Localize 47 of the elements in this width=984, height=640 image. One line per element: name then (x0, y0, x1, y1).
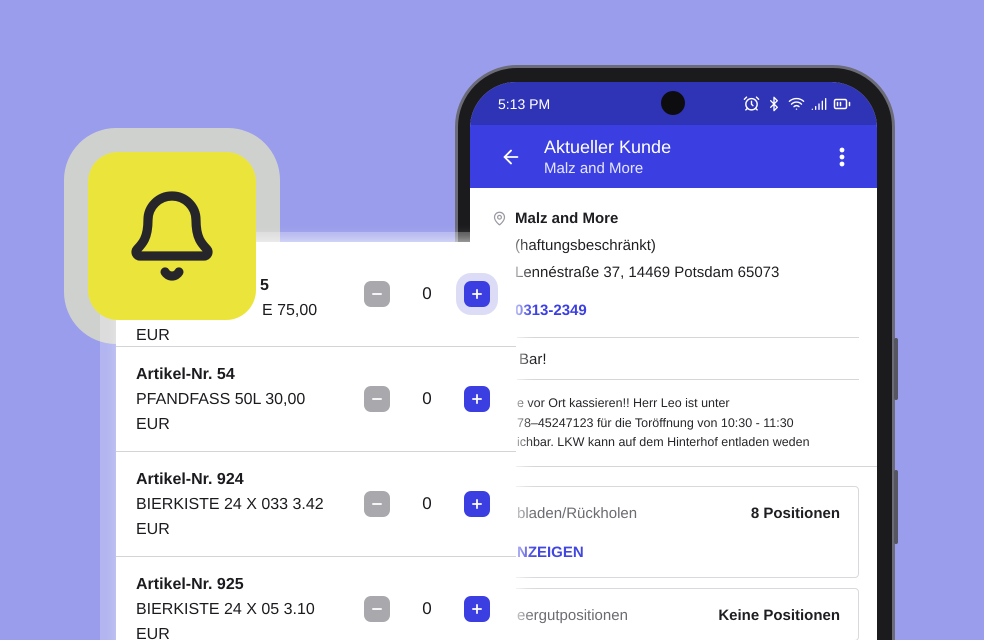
item-title: Artikel-Nr. 924 (136, 470, 245, 490)
item-description: EUR (136, 414, 171, 434)
plus-button[interactable] (464, 386, 490, 412)
plus-icon (470, 287, 484, 301)
item-description: E 75,00 (262, 301, 318, 321)
item-description: EUR (136, 624, 171, 640)
address-line: Lennéstraße 37, 14469 Potsdam 65073 (515, 263, 780, 283)
header-title: Aktueller Kunde (544, 136, 672, 158)
show-link[interactable]: NZEIGEN (517, 544, 584, 560)
plus-button[interactable] (464, 596, 490, 622)
header-subtitle: Malz and More (544, 160, 644, 176)
alarm-icon (743, 95, 760, 112)
camera-hole (661, 91, 685, 115)
plus-button[interactable] (464, 491, 490, 517)
section-label: bladen/Rückholen (517, 504, 638, 522)
location-pin-icon (492, 211, 507, 226)
item-description: PFANDFASS 50L 30,00 (136, 390, 306, 410)
item-title: 5 (260, 276, 270, 296)
menu-button[interactable] (839, 146, 845, 166)
note-line: e vor Ort kassieren!! Herr Leo ist unter (517, 395, 731, 412)
item-title: Artikel-Nr. 54 (136, 364, 236, 384)
item-description: EUR (136, 326, 171, 346)
section-value: 8 Positionen (750, 504, 840, 522)
section-value: Keine Positionen (718, 606, 840, 624)
phone-link[interactable]: 0313-2349 (515, 297, 859, 324)
wifi-icon (788, 95, 805, 112)
quantity: 0 (421, 389, 433, 409)
more-icon (839, 146, 845, 166)
customer-name: Malz and More (515, 209, 620, 229)
item-description: BIERKISTE 24 X 033 3.42 (136, 494, 325, 514)
quantity: 0 (421, 599, 433, 619)
item-description: EUR (136, 520, 171, 540)
address-line: (haftungsbeschränkt) (515, 236, 657, 256)
plus-icon (470, 602, 484, 616)
signal-icon (811, 96, 827, 112)
quantity: 0 (421, 284, 433, 304)
plus-icon (470, 392, 484, 406)
note-line: 78–45247123 für die Toröffnung von 10:30 - 11:30 (517, 414, 795, 432)
item-description: BIERKISTE 24 X 05 3.10 (136, 600, 316, 620)
plus-icon (470, 497, 484, 511)
quantity: 0 (421, 494, 433, 514)
note-line: ichbar. LKW kann auf dem Hinterhof entladen weden (517, 434, 811, 451)
plus-button[interactable] (464, 281, 490, 307)
section-label: eergutpositionen (517, 606, 628, 624)
status-time: 5:13 PM (498, 96, 550, 112)
payment-text: Bar! (518, 350, 548, 370)
item-title: Artikel-Nr. 925 (136, 574, 245, 594)
